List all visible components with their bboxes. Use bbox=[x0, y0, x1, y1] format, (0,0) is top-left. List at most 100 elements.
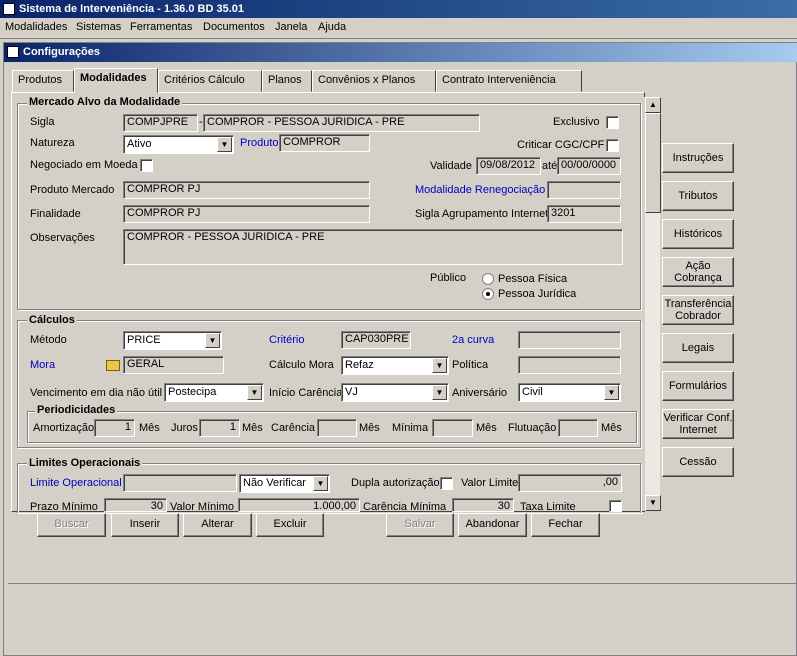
alterar-button[interactable]: Alterar bbox=[183, 513, 252, 537]
chevron-down-icon[interactable]: ▼ bbox=[247, 385, 262, 400]
segunda-curva-label[interactable]: 2a curva bbox=[452, 334, 494, 346]
validade-ate-field[interactable]: 00/00/0000 bbox=[557, 157, 621, 175]
modalidade-renegociacao-field[interactable] bbox=[547, 181, 621, 199]
scroll-down-icon[interactable]: ▼ bbox=[645, 495, 661, 511]
chevron-down-icon[interactable]: ▼ bbox=[205, 333, 220, 348]
chevron-down-icon[interactable]: ▼ bbox=[313, 476, 328, 491]
produto-mercado-label: Produto Mercado bbox=[30, 184, 115, 196]
observacoes-textarea[interactable]: COMPROR - PESSOA JURIDICA - PRE bbox=[123, 229, 623, 265]
excluir-button[interactable]: Excluir bbox=[256, 513, 324, 537]
taxa-limite-label: Taxa Limite bbox=[520, 501, 576, 513]
pessoa-juridica-radio[interactable] bbox=[482, 288, 494, 300]
limite-operacional-field[interactable] bbox=[123, 474, 237, 492]
menu-janela[interactable]: Janela bbox=[275, 21, 307, 33]
legais-button[interactable]: Legais bbox=[662, 333, 734, 363]
modalidade-renegociacao-label[interactable]: Modalidade Renegociação bbox=[415, 184, 545, 196]
cessao-button[interactable]: Cessão bbox=[662, 447, 734, 477]
inicio-carencia-select[interactable]: VJ ▼ bbox=[341, 383, 449, 402]
sigla-description-field[interactable]: COMPROR - PESSOA JURIDICA - PRE bbox=[203, 114, 480, 132]
metodo-select[interactable]: PRICE ▼ bbox=[123, 331, 222, 350]
criticar-checkbox[interactable] bbox=[606, 139, 619, 152]
validade-label: Validade bbox=[430, 160, 472, 172]
minima-field[interactable] bbox=[432, 419, 473, 437]
produto-label[interactable]: Produto bbox=[240, 137, 279, 149]
mora-field[interactable]: GERAL bbox=[123, 356, 224, 374]
tab-convenios-planos[interactable]: Convênios x Planos bbox=[312, 70, 436, 92]
exclusivo-checkbox[interactable] bbox=[606, 116, 619, 129]
validade-de-field[interactable]: 09/08/2012 bbox=[476, 157, 541, 175]
limite-operacional-label[interactable]: Limite Operacional bbox=[30, 477, 122, 489]
menu-documentos[interactable]: Documentos bbox=[203, 21, 265, 33]
menu-ferramentas[interactable]: Ferramentas bbox=[130, 21, 192, 33]
tab-criterios-calculo[interactable]: Critérios Cálculo bbox=[158, 70, 262, 92]
produto-field[interactable]: COMPROR bbox=[279, 134, 370, 152]
formularios-button[interactable]: Formulários bbox=[662, 371, 734, 401]
pessoa-fisica-label[interactable]: Pessoa Física bbox=[498, 273, 567, 285]
instrucoes-button[interactable]: Instruções bbox=[662, 143, 734, 173]
produto-mercado-field[interactable]: COMPROR PJ bbox=[123, 181, 370, 199]
chevron-down-icon[interactable]: ▼ bbox=[432, 385, 447, 400]
limite-operacional-select[interactable]: Não Verificar ▼ bbox=[239, 474, 330, 493]
tributos-button[interactable]: Tributos bbox=[662, 181, 734, 211]
politica-field[interactable] bbox=[518, 356, 621, 374]
abandonar-button[interactable]: Abandonar bbox=[458, 513, 527, 537]
fechar-button[interactable]: Fechar bbox=[531, 513, 600, 537]
menu-ajuda[interactable]: Ajuda bbox=[318, 21, 346, 33]
chevron-down-icon[interactable]: ▼ bbox=[604, 385, 619, 400]
calculo-mora-select[interactable]: Refaz ▼ bbox=[341, 356, 449, 375]
sigla-agrupamento-field[interactable]: 3201 bbox=[547, 205, 621, 223]
inserir-button[interactable]: Inserir bbox=[111, 513, 179, 537]
child-title-bar: Configurações bbox=[4, 43, 797, 62]
tab-planos[interactable]: Planos bbox=[262, 70, 312, 92]
finalidade-field[interactable]: COMPROR PJ bbox=[123, 205, 370, 223]
pessoa-juridica-label[interactable]: Pessoa Jurídica bbox=[498, 288, 576, 300]
vertical-scrollbar[interactable]: ▲ ▼ bbox=[644, 97, 661, 511]
child-window-icon bbox=[7, 46, 19, 59]
exclusivo-label: Exclusivo bbox=[553, 116, 600, 128]
tab-contrato-interveniencia[interactable]: Contrato Interveniência bbox=[436, 70, 582, 92]
natureza-select[interactable]: Ativo ▼ bbox=[123, 135, 234, 154]
historicos-button[interactable]: Históricos bbox=[662, 219, 734, 249]
natureza-label: Natureza bbox=[30, 137, 75, 149]
vencimento-select[interactable]: Postecipa ▼ bbox=[164, 383, 264, 402]
verificar-conf-internet-button[interactable]: Verificar Conf. Internet bbox=[662, 409, 734, 439]
valor-limite-field[interactable]: ,00 bbox=[518, 474, 622, 492]
menu-modalidades[interactable]: Modalidades bbox=[5, 21, 67, 33]
dupla-autorizacao-checkbox[interactable] bbox=[440, 477, 453, 490]
negociado-checkbox[interactable] bbox=[140, 159, 153, 172]
carencia-field[interactable] bbox=[317, 419, 357, 437]
taxa-limite-checkbox[interactable] bbox=[609, 500, 622, 512]
minima-mes-label: Mês bbox=[476, 422, 497, 434]
scroll-up-icon[interactable]: ▲ bbox=[645, 97, 661, 113]
vencimento-value: Postecipa bbox=[168, 386, 217, 398]
chevron-down-icon[interactable]: ▼ bbox=[432, 358, 447, 373]
valor-limite-label: Valor Limite bbox=[461, 477, 519, 489]
juros-field[interactable]: 1 bbox=[199, 419, 240, 437]
prazo-minimo-field[interactable]: 30 bbox=[104, 498, 167, 512]
bottom-divider bbox=[8, 583, 797, 584]
transferencia-cobrador-button[interactable]: Transferência Cobrador bbox=[662, 295, 734, 325]
amortizacao-field[interactable]: 1 bbox=[94, 419, 135, 437]
folder-icon[interactable] bbox=[106, 360, 120, 371]
tab-produtos[interactable]: Produtos bbox=[12, 70, 74, 92]
sigla-field[interactable]: COMPJPRE bbox=[123, 114, 198, 132]
carencia-minima-field[interactable]: 30 bbox=[452, 498, 514, 512]
calculos-title: Cálculos bbox=[27, 314, 77, 326]
segunda-curva-field[interactable] bbox=[518, 331, 621, 349]
salvar-button[interactable]: Salvar bbox=[386, 513, 454, 537]
criterio-label[interactable]: Critério bbox=[269, 334, 304, 346]
buscar-button[interactable]: Buscar bbox=[37, 513, 106, 537]
aniversario-select[interactable]: Civil ▼ bbox=[518, 383, 621, 402]
carencia-minima-label: Carência Mínima bbox=[363, 501, 447, 513]
mora-label[interactable]: Mora bbox=[30, 359, 55, 371]
acao-cobranca-button[interactable]: Ação Cobrança bbox=[662, 257, 734, 287]
pessoa-fisica-radio[interactable] bbox=[482, 273, 494, 285]
menu-sistemas[interactable]: Sistemas bbox=[76, 21, 121, 33]
ate-label: até bbox=[542, 160, 558, 172]
scroll-thumb[interactable] bbox=[645, 113, 661, 213]
tab-modalidades[interactable]: Modalidades bbox=[74, 68, 158, 93]
flutuacao-field[interactable] bbox=[558, 419, 598, 437]
valor-minimo-field[interactable]: 1.000,00 bbox=[238, 498, 360, 512]
chevron-down-icon[interactable]: ▼ bbox=[217, 137, 232, 152]
criterio-field[interactable]: CAP030PRE bbox=[341, 331, 411, 349]
